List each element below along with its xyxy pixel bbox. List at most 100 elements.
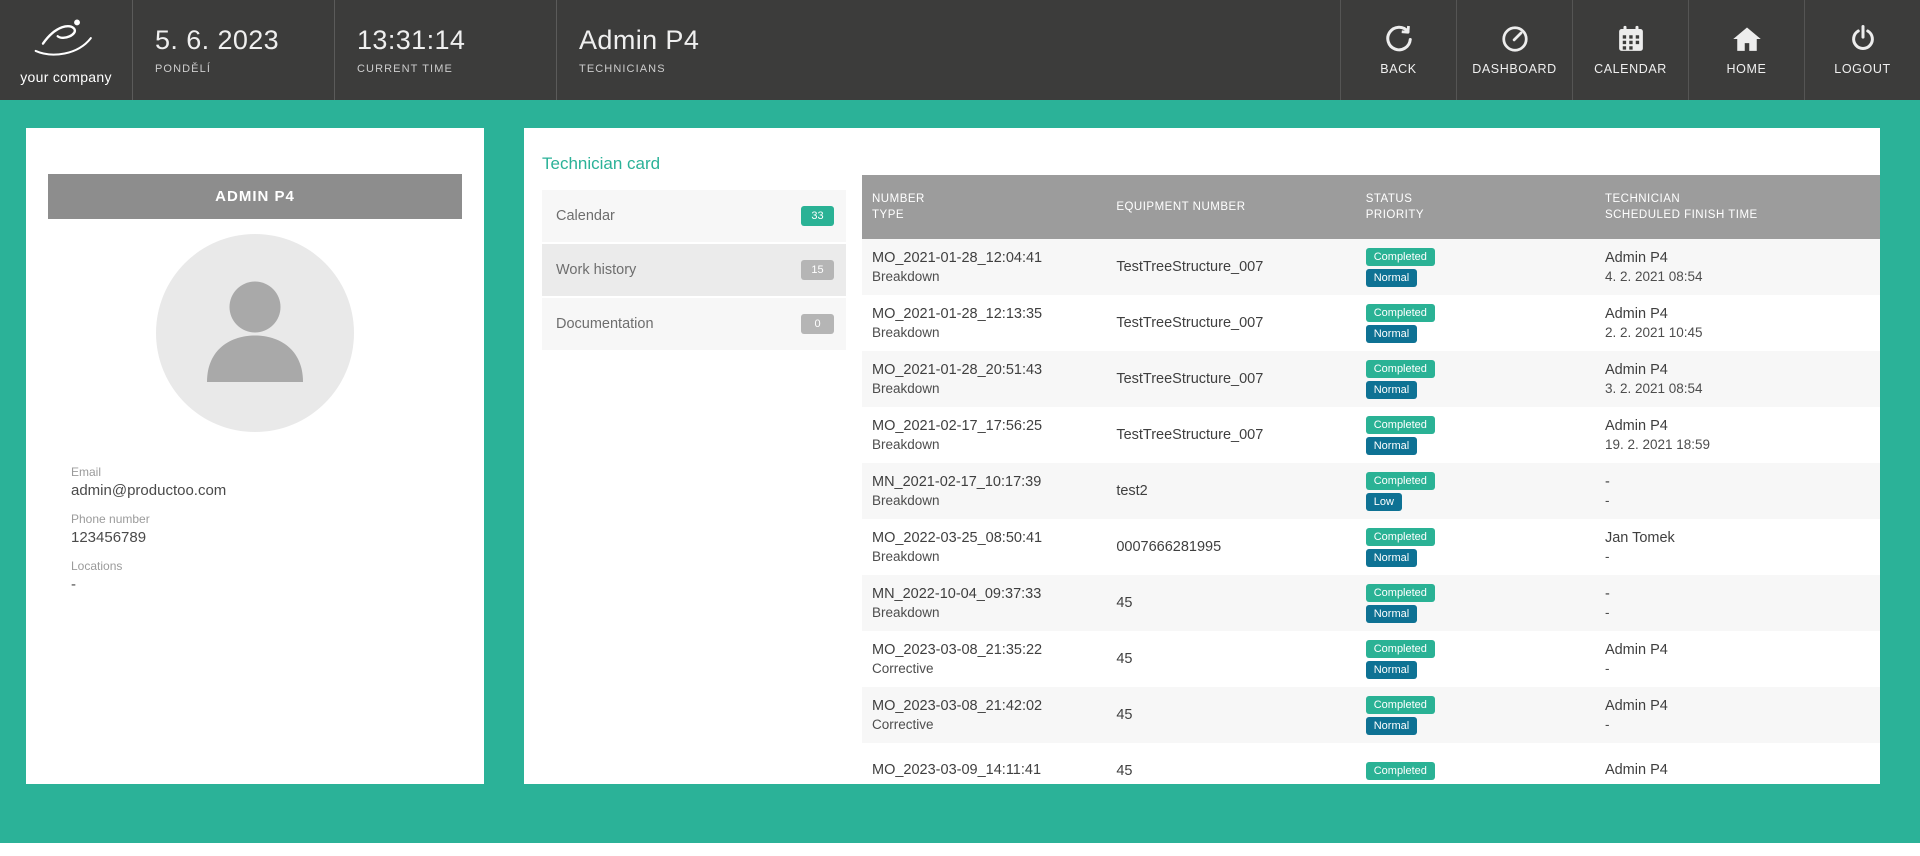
table-row[interactable]: MO_2022-03-25_08:50:41 Breakdown 0007666… xyxy=(862,519,1880,575)
person-icon xyxy=(180,256,330,411)
email-value: admin@productoo.com xyxy=(71,482,484,499)
status-badge: Completed xyxy=(1366,360,1435,378)
current-time-block: 13:31:14 CURRENT TIME xyxy=(334,0,556,100)
row-number: MO_2023-03-08_21:42:02 xyxy=(872,698,1106,714)
home-button[interactable]: HOME xyxy=(1688,0,1804,100)
row-equipment: TestTreeStructure_007 xyxy=(1116,315,1355,331)
phone-value: 123456789 xyxy=(71,529,484,546)
table-row[interactable]: MO_2023-03-08_21:35:22 Corrective 45 Com… xyxy=(862,631,1880,687)
logout-button[interactable]: LOGOUT xyxy=(1804,0,1920,100)
company-logo-text: your company xyxy=(20,69,112,85)
menu-item-calendar-count-badge: 33 xyxy=(801,206,834,226)
calendar-button-label: CALENDAR xyxy=(1594,62,1667,76)
status-cell: Completed Normal xyxy=(1356,295,1595,351)
dashboard-button[interactable]: DASHBOARD xyxy=(1456,0,1572,100)
priority-badge: Normal xyxy=(1366,269,1417,287)
profile-info: Email admin@productoo.com Phone number 1… xyxy=(71,465,484,593)
number-cell: MO_2023-03-08_21:42:02 Corrective xyxy=(862,687,1106,743)
status-cell: Completed Normal xyxy=(1356,351,1595,407)
table-row[interactable]: MO_2021-02-17_17:56:25 Breakdown TestTre… xyxy=(862,407,1880,463)
status-badge: Completed xyxy=(1366,304,1435,322)
status-badge: Completed xyxy=(1366,472,1435,490)
table-row[interactable]: MN_2022-10-04_09:37:33 Breakdown 45 Comp… xyxy=(862,575,1880,631)
column-header-line: STATUS xyxy=(1366,193,1595,205)
menu-item-work-history-label: Work history xyxy=(556,262,636,278)
number-cell: MN_2022-10-04_09:37:33 Breakdown xyxy=(862,575,1106,631)
number-cell: MO_2023-03-08_21:35:22 Corrective xyxy=(862,631,1106,687)
row-type: Breakdown xyxy=(872,437,1106,452)
menu-item-documentation[interactable]: Documentation 0 xyxy=(542,298,846,350)
row-technician: Admin P4 xyxy=(1605,762,1880,778)
calendar-button[interactable]: CALENDAR xyxy=(1572,0,1688,100)
top-bar: your company 5. 6. 2023 PONDĚLÍ 13:31:14… xyxy=(0,0,1920,100)
technician-cell: Admin P4 xyxy=(1595,743,1880,784)
technician-name-header: ADMIN P4 xyxy=(48,174,462,219)
dashboard-button-label: DASHBOARD xyxy=(1472,62,1557,76)
row-finish: - xyxy=(1605,717,1880,732)
equipment-cell: test2 xyxy=(1106,463,1355,519)
row-technician: - xyxy=(1605,586,1880,602)
priority-badge: Normal xyxy=(1366,381,1417,399)
logout-button-label: LOGOUT xyxy=(1834,62,1890,76)
row-equipment: TestTreeStructure_007 xyxy=(1116,259,1355,275)
current-day-label: PONDĚLÍ xyxy=(155,63,312,75)
technician-card-menu: Technician card Calendar 33 Work history… xyxy=(524,128,862,784)
status-badge: Completed xyxy=(1366,416,1435,434)
table-row[interactable]: MO_2021-01-28_12:04:41 Breakdown TestTre… xyxy=(862,239,1880,295)
row-finish: - xyxy=(1605,493,1880,508)
number-cell: MO_2021-01-28_12:13:35 Breakdown xyxy=(862,295,1106,351)
status-badge: Completed xyxy=(1366,762,1435,780)
status-cell: Completed Low xyxy=(1356,463,1595,519)
equipment-cell: 45 xyxy=(1106,631,1355,687)
table-row[interactable]: MO_2021-01-28_12:13:35 Breakdown TestTre… xyxy=(862,295,1880,351)
back-icon xyxy=(1384,24,1414,54)
status-badge: Completed xyxy=(1366,696,1435,714)
row-type: Breakdown xyxy=(872,269,1106,284)
dashboard-icon xyxy=(1500,24,1530,54)
technician-cell: Admin P4 - xyxy=(1595,631,1880,687)
row-technician: Jan Tomek xyxy=(1605,530,1880,546)
row-equipment: 45 xyxy=(1116,763,1355,779)
home-icon xyxy=(1732,24,1762,54)
row-finish: 19. 2. 2021 18:59 xyxy=(1605,437,1880,452)
number-cell: MO_2021-02-17_17:56:25 Breakdown xyxy=(862,407,1106,463)
priority-badge: Low xyxy=(1366,493,1402,511)
row-type: Corrective xyxy=(872,717,1106,732)
row-number: MO_2022-03-25_08:50:41 xyxy=(872,530,1106,546)
priority-badge: Normal xyxy=(1366,325,1417,343)
menu-item-calendar-label: Calendar xyxy=(556,208,615,224)
column-header-status: STATUS PRIORITY xyxy=(1356,175,1595,239)
avatar xyxy=(156,234,354,432)
technician-cell: Jan Tomek - xyxy=(1595,519,1880,575)
row-number: MO_2023-03-08_21:35:22 xyxy=(872,642,1106,658)
status-cell: Completed Normal xyxy=(1356,519,1595,575)
equipment-cell: TestTreeStructure_007 xyxy=(1106,351,1355,407)
row-finish: - xyxy=(1605,549,1880,564)
equipment-cell: 45 xyxy=(1106,743,1355,784)
row-number: MO_2021-01-28_12:04:41 xyxy=(872,250,1106,266)
company-logo-icon xyxy=(20,16,112,67)
row-finish: - xyxy=(1605,661,1880,676)
table-row[interactable]: MO_2023-03-08_21:42:02 Corrective 45 Com… xyxy=(862,687,1880,743)
technician-cell: Admin P4 4. 2. 2021 08:54 xyxy=(1595,239,1880,295)
header-nav: BACK DASHBOARD xyxy=(1340,0,1920,100)
status-badge: Completed xyxy=(1366,584,1435,602)
table-row[interactable]: MO_2021-01-28_20:51:43 Breakdown TestTre… xyxy=(862,351,1880,407)
priority-badge: Normal xyxy=(1366,549,1417,567)
status-cell: Completed Normal xyxy=(1356,575,1595,631)
menu-item-calendar[interactable]: Calendar 33 xyxy=(542,190,846,242)
row-finish: 2. 2. 2021 10:45 xyxy=(1605,325,1880,340)
table-row[interactable]: MO_2023-03-09_14:11:41 45 Completed Admi… xyxy=(862,743,1880,784)
technician-cell: - - xyxy=(1595,575,1880,631)
technician-card-title: Technician card xyxy=(542,154,846,174)
equipment-cell: TestTreeStructure_007 xyxy=(1106,407,1355,463)
back-button[interactable]: BACK xyxy=(1340,0,1456,100)
table-row[interactable]: MN_2021-02-17_10:17:39 Breakdown test2 C… xyxy=(862,463,1880,519)
status-badge: Completed xyxy=(1366,528,1435,546)
menu-item-work-history[interactable]: Work history 15 xyxy=(542,244,846,296)
status-badge: Completed xyxy=(1366,640,1435,658)
number-cell: MN_2021-02-17_10:17:39 Breakdown xyxy=(862,463,1106,519)
row-technician: Admin P4 xyxy=(1605,698,1880,714)
row-technician: Admin P4 xyxy=(1605,362,1880,378)
equipment-cell: TestTreeStructure_007 xyxy=(1106,295,1355,351)
